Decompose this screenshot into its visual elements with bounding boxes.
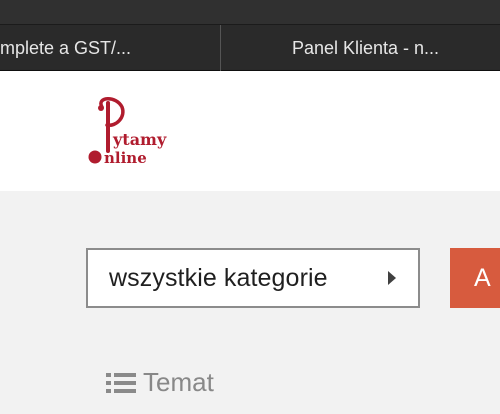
topic-column-label: Temat (143, 367, 214, 397)
browser-tab-title: Panel Klienta - n... (291, 38, 440, 58)
caret-right-icon (388, 271, 396, 285)
browser-tab-bar: omplete a GST/... Panel Klienta - n... (0, 24, 500, 71)
category-dropdown-label: wszystkie kategorie (109, 263, 328, 292)
site-logo[interactable]: ytamy nline (82, 93, 172, 173)
primary-action-label: A (474, 264, 491, 292)
browser-tab[interactable]: Panel Klienta - n... (221, 25, 500, 71)
browser-top-strip (0, 0, 500, 24)
topic-column-header[interactable]: Temat (105, 367, 214, 398)
browser-tab[interactable]: omplete a GST/... (0, 25, 220, 71)
logo-text-line1: ytamy (112, 130, 167, 149)
category-dropdown[interactable]: wszystkie kategorie (86, 248, 420, 308)
browser-tab-title: omplete a GST/... (0, 38, 132, 58)
main-content: wszystkie kategorie A Temat (0, 191, 500, 414)
list-icon (106, 372, 136, 393)
logo-text-line2: nline (104, 149, 147, 167)
primary-action-button[interactable]: A (450, 248, 500, 308)
site-header: ytamy nline (0, 71, 500, 191)
